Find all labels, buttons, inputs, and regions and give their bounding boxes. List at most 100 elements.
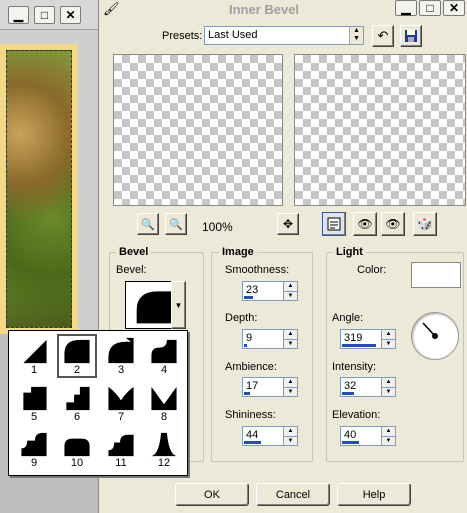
bevel-shape-4-icon xyxy=(151,339,177,364)
depth-slider[interactable] xyxy=(244,344,247,347)
randomize-button[interactable]: 🎲 xyxy=(413,212,437,236)
bevel-shape-12[interactable]: 12 xyxy=(144,429,184,469)
intensity-input[interactable]: 32 xyxy=(340,377,382,397)
smoothness-spinner[interactable]: 23 ▲ ▼ xyxy=(242,281,298,301)
save-preset-button[interactable] xyxy=(400,25,422,47)
bevel-shape-12-icon xyxy=(151,432,177,457)
dialog-minimize-button[interactable]: ▁ xyxy=(395,0,417,16)
intensity-label: Intensity: xyxy=(332,361,377,373)
angle-label: Angle: xyxy=(332,312,364,324)
original-preview[interactable] xyxy=(113,54,283,206)
spin-up-icon[interactable]: ▲ xyxy=(284,330,297,339)
spin-down-icon[interactable]: ▼ xyxy=(284,290,297,301)
cancel-button[interactable]: Cancel xyxy=(256,483,330,506)
bevel-shape-preview-icon xyxy=(136,291,172,324)
shininess-input[interactable]: 44 xyxy=(242,426,284,446)
bevel-shape-8[interactable]: 8 xyxy=(144,383,184,423)
zoom-in-button[interactable]: 🔍 xyxy=(165,213,187,235)
angle-spinner[interactable]: 319 ▲ ▼ xyxy=(340,329,396,349)
result-preview[interactable] xyxy=(294,54,466,206)
spin-down-icon[interactable]: ▼ xyxy=(284,386,297,397)
bevel-shape-7[interactable]: 7 xyxy=(101,383,141,423)
shininess-spinner[interactable]: 44 ▲ ▼ xyxy=(242,426,298,446)
maximize-button[interactable]: □ xyxy=(34,6,55,24)
bevel-shape-3-icon xyxy=(108,337,134,364)
spin-down-icon[interactable]: ▼ xyxy=(284,435,297,446)
angle-slider[interactable] xyxy=(342,344,376,347)
bevel-shape-11[interactable]: 11 xyxy=(101,429,141,469)
spin-up-icon[interactable]: ▲ xyxy=(284,427,297,436)
intensity-slider[interactable] xyxy=(342,392,354,395)
spin-down-icon[interactable]: ▼ xyxy=(382,338,395,349)
bevel-shapes-popup: 1 2 3 4 5 6 7 8 9 10 11 12 xyxy=(8,330,188,476)
spin-down-icon[interactable]: ▼ xyxy=(382,435,395,446)
color-label: Color: xyxy=(357,264,387,276)
image-window-titlebar: ▁ □ ✕ xyxy=(0,0,98,30)
smoothness-slider[interactable] xyxy=(244,296,253,299)
bevel-shape-10[interactable]: 10 xyxy=(57,429,97,469)
dialog-title: Inner Bevel xyxy=(228,2,300,17)
smoothness-label: Smoothness: xyxy=(225,264,290,276)
bevel-shape-2-icon xyxy=(64,339,90,364)
dialog-close-button[interactable]: ✕ xyxy=(443,0,465,16)
bevel-shape-5[interactable]: 5 xyxy=(14,383,54,423)
elevation-input[interactable]: 40 xyxy=(340,426,382,446)
intensity-spinner[interactable]: 32 ▲ ▼ xyxy=(340,377,396,397)
angle-dial[interactable] xyxy=(411,312,459,360)
eye-lock-icon: 👁 xyxy=(357,217,373,231)
presets-label: Presets: xyxy=(162,30,203,42)
ambience-spinner[interactable]: 17 ▲ ▼ xyxy=(242,377,298,397)
shininess-label: Shininess: xyxy=(225,409,276,421)
dialog-titlebar: 🖌 Inner Bevel ▁ □ ✕ xyxy=(99,0,467,18)
elevation-label: Elevation: xyxy=(332,409,381,421)
spin-up-icon[interactable]: ▲ xyxy=(382,330,395,339)
pan-button[interactable]: ✥ xyxy=(277,213,299,235)
depth-spinner[interactable]: 9 ▲ ▼ xyxy=(242,329,298,349)
bevel-shape-3[interactable]: 3 xyxy=(101,336,141,376)
close-button[interactable]: ✕ xyxy=(60,6,81,24)
bevel-shape-9-icon xyxy=(21,432,47,457)
spin-up-icon[interactable]: ▲ xyxy=(284,378,297,387)
zoom-out-button[interactable]: 🔍 xyxy=(137,213,159,235)
bevel-shape-4[interactable]: 4 xyxy=(144,336,184,376)
toggle-preview-button[interactable] xyxy=(322,212,346,236)
auto-proof-button[interactable]: 👁 xyxy=(381,212,405,236)
smoothness-input[interactable]: 23 xyxy=(242,281,284,301)
minimize-button[interactable]: ▁ xyxy=(8,6,29,24)
elevation-spinner[interactable]: 40 ▲ ▼ xyxy=(340,426,396,446)
reset-preset-button[interactable]: ↶ xyxy=(372,25,394,47)
light-group-title: Light xyxy=(333,246,366,258)
bevel-shape-7-icon xyxy=(108,386,134,411)
proof-button[interactable]: 👁 xyxy=(353,212,377,236)
ok-button[interactable]: OK xyxy=(175,483,249,506)
dice-icon: 🎲 xyxy=(416,216,434,231)
bevel-shape-2[interactable]: 2 xyxy=(57,334,97,378)
spin-down-icon[interactable]: ▼ xyxy=(382,386,395,397)
spin-up-icon[interactable]: ▲ xyxy=(382,427,395,436)
shininess-slider[interactable] xyxy=(244,441,261,444)
ambience-input[interactable]: 17 xyxy=(242,377,284,397)
leaf-photo xyxy=(6,50,72,328)
chevron-updown-icon[interactable]: ▲ ▼ xyxy=(349,27,363,44)
depth-input[interactable]: 9 xyxy=(242,329,284,349)
angle-dial-needle-icon xyxy=(422,322,438,339)
image-frame xyxy=(0,44,78,334)
bevel-shape-6[interactable]: 6 xyxy=(57,383,97,423)
bevel-shape-9[interactable]: 9 xyxy=(14,429,54,469)
bevel-dropdown-button[interactable]: ▼ xyxy=(171,281,186,329)
angle-input[interactable]: 319 xyxy=(340,329,382,349)
undo-arrow-icon: ↶ xyxy=(377,28,389,43)
eye-icon: 👁 xyxy=(385,217,401,231)
spin-up-icon[interactable]: ▲ xyxy=(382,378,395,387)
dialog-maximize-button[interactable]: □ xyxy=(419,0,441,16)
spin-down-icon[interactable]: ▼ xyxy=(284,338,297,349)
bevel-group-title: Bevel xyxy=(116,246,152,258)
help-button[interactable]: Help xyxy=(337,483,411,506)
floppy-disk-icon xyxy=(405,30,417,42)
presets-dropdown[interactable]: Last Used ▲ ▼ xyxy=(204,26,364,45)
ambience-slider[interactable] xyxy=(244,392,250,395)
bevel-shape-1[interactable]: 1 xyxy=(14,336,54,376)
light-color-swatch[interactable] xyxy=(411,262,461,288)
spin-up-icon[interactable]: ▲ xyxy=(284,282,297,291)
elevation-slider[interactable] xyxy=(342,441,359,444)
